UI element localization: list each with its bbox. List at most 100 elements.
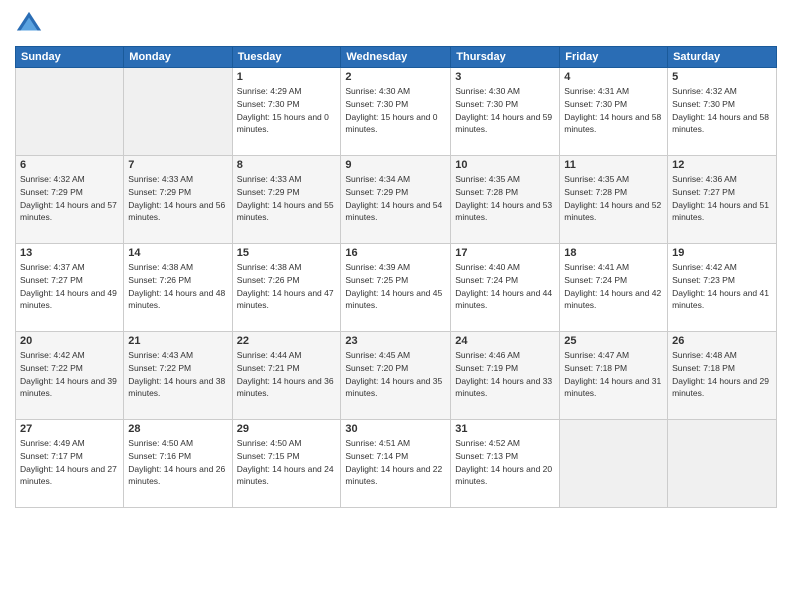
calendar-cell: 27 Sunrise: 4:49 AMSunset: 7:17 PMDayligh…: [16, 420, 124, 508]
sun-info: Sunrise: 4:36 AMSunset: 7:27 PMDaylight:…: [672, 173, 772, 224]
calendar-week-row: 27 Sunrise: 4:49 AMSunset: 7:17 PMDayligh…: [16, 420, 777, 508]
sun-info: Sunrise: 4:33 AMSunset: 7:29 PMDaylight:…: [237, 173, 337, 224]
day-number: 5: [672, 71, 772, 83]
day-number: 8: [237, 159, 337, 171]
calendar-cell: 21 Sunrise: 4:43 AMSunset: 7:22 PMDayligh…: [124, 332, 232, 420]
calendar-cell: 8 Sunrise: 4:33 AMSunset: 7:29 PMDaylight…: [232, 156, 341, 244]
calendar-page: SundayMondayTuesdayWednesdayThursdayFrid…: [0, 0, 792, 612]
calendar-cell: [560, 420, 668, 508]
sun-info: Sunrise: 4:44 AMSunset: 7:21 PMDaylight:…: [237, 349, 337, 400]
calendar-cell: 24 Sunrise: 4:46 AMSunset: 7:19 PMDayligh…: [451, 332, 560, 420]
sun-info: Sunrise: 4:42 AMSunset: 7:23 PMDaylight:…: [672, 261, 772, 312]
day-number: 30: [345, 423, 446, 435]
day-number: 17: [455, 247, 555, 259]
calendar-cell: 13 Sunrise: 4:37 AMSunset: 7:27 PMDayligh…: [16, 244, 124, 332]
sun-info: Sunrise: 4:45 AMSunset: 7:20 PMDaylight:…: [345, 349, 446, 400]
calendar-cell: 26Sunrise: 4:48 AMSunset: 7:18 PMDayligh…: [668, 332, 777, 420]
day-number: 13: [20, 247, 119, 259]
logo: [15, 10, 47, 38]
calendar-cell: 25 Sunrise: 4:47 AMSunset: 7:18 PMDayligh…: [560, 332, 668, 420]
day-number: 22: [237, 335, 337, 347]
sun-info: Sunrise: 4:51 AMSunset: 7:14 PMDaylight:…: [345, 437, 446, 488]
day-number: 15: [237, 247, 337, 259]
sun-info: Sunrise: 4:35 AMSunset: 7:28 PMDaylight:…: [455, 173, 555, 224]
weekday-header-thursday: Thursday: [451, 47, 560, 68]
weekday-header-friday: Friday: [560, 47, 668, 68]
calendar-cell: [668, 420, 777, 508]
day-number: 26: [672, 335, 772, 347]
sun-info: Sunrise: 4:40 AMSunset: 7:24 PMDaylight:…: [455, 261, 555, 312]
sun-info: Sunrise: 4:42 AMSunset: 7:22 PMDaylight:…: [20, 349, 119, 400]
weekday-header-sunday: Sunday: [16, 47, 124, 68]
calendar-cell: 14 Sunrise: 4:38 AMSunset: 7:26 PMDayligh…: [124, 244, 232, 332]
calendar-table: SundayMondayTuesdayWednesdayThursdayFrid…: [15, 46, 777, 508]
calendar-cell: 6 Sunrise: 4:32 AMSunset: 7:29 PMDaylight…: [16, 156, 124, 244]
sun-info: Sunrise: 4:33 AMSunset: 7:29 PMDaylight:…: [128, 173, 227, 224]
calendar-cell: 1Sunrise: 4:29 AMSunset: 7:30 PMDaylight…: [232, 68, 341, 156]
calendar-cell: 28Sunrise: 4:50 AMSunset: 7:16 PMDayligh…: [124, 420, 232, 508]
calendar-cell: 18 Sunrise: 4:41 AMSunset: 7:24 PMDayligh…: [560, 244, 668, 332]
day-number: 23: [345, 335, 446, 347]
calendar-cell: 22 Sunrise: 4:44 AMSunset: 7:21 PMDayligh…: [232, 332, 341, 420]
weekday-header-saturday: Saturday: [668, 47, 777, 68]
calendar-cell: 3 Sunrise: 4:30 AMSunset: 7:30 PMDaylight…: [451, 68, 560, 156]
sun-info: Sunrise: 4:47 AMSunset: 7:18 PMDaylight:…: [564, 349, 663, 400]
day-number: 9: [345, 159, 446, 171]
calendar-cell: 5Sunrise: 4:32 AMSunset: 7:30 PMDaylight…: [668, 68, 777, 156]
day-number: 25: [564, 335, 663, 347]
sun-info: Sunrise: 4:35 AMSunset: 7:28 PMDaylight:…: [564, 173, 663, 224]
sun-info: Sunrise: 4:30 AMSunset: 7:30 PMDaylight:…: [455, 85, 555, 136]
calendar-week-row: 20 Sunrise: 4:42 AMSunset: 7:22 PMDayligh…: [16, 332, 777, 420]
day-number: 11: [564, 159, 663, 171]
day-number: 12: [672, 159, 772, 171]
day-number: 3: [455, 71, 555, 83]
weekday-header-monday: Monday: [124, 47, 232, 68]
sun-info: Sunrise: 4:50 AMSunset: 7:16 PMDaylight:…: [128, 437, 227, 488]
day-number: 27: [20, 423, 119, 435]
day-number: 14: [128, 247, 227, 259]
day-number: 1: [237, 71, 337, 83]
sun-info: Sunrise: 4:49 AMSunset: 7:17 PMDaylight:…: [20, 437, 119, 488]
header: [15, 10, 777, 38]
day-number: 7: [128, 159, 227, 171]
day-number: 20: [20, 335, 119, 347]
day-number: 4: [564, 71, 663, 83]
day-number: 16: [345, 247, 446, 259]
sun-info: Sunrise: 4:37 AMSunset: 7:27 PMDaylight:…: [20, 261, 119, 312]
day-number: 18: [564, 247, 663, 259]
calendar-cell: 15Sunrise: 4:38 AMSunset: 7:26 PMDayligh…: [232, 244, 341, 332]
sun-info: Sunrise: 4:38 AMSunset: 7:26 PMDaylight:…: [128, 261, 227, 312]
calendar-cell: 11 Sunrise: 4:35 AMSunset: 7:28 PMDayligh…: [560, 156, 668, 244]
calendar-cell: 23 Sunrise: 4:45 AMSunset: 7:20 PMDayligh…: [341, 332, 451, 420]
sun-info: Sunrise: 4:39 AMSunset: 7:25 PMDaylight:…: [345, 261, 446, 312]
sun-info: Sunrise: 4:46 AMSunset: 7:19 PMDaylight:…: [455, 349, 555, 400]
calendar-week-row: 13 Sunrise: 4:37 AMSunset: 7:27 PMDayligh…: [16, 244, 777, 332]
day-number: 21: [128, 335, 227, 347]
calendar-cell: 16 Sunrise: 4:39 AMSunset: 7:25 PMDayligh…: [341, 244, 451, 332]
calendar-cell: 7 Sunrise: 4:33 AMSunset: 7:29 PMDaylight…: [124, 156, 232, 244]
calendar-cell: 29 Sunrise: 4:50 AMSunset: 7:15 PMDayligh…: [232, 420, 341, 508]
day-number: 2: [345, 71, 446, 83]
day-number: 29: [237, 423, 337, 435]
weekday-header-tuesday: Tuesday: [232, 47, 341, 68]
day-number: 24: [455, 335, 555, 347]
calendar-cell: 4 Sunrise: 4:31 AMSunset: 7:30 PMDaylight…: [560, 68, 668, 156]
sun-info: Sunrise: 4:52 AMSunset: 7:13 PMDaylight:…: [455, 437, 555, 488]
calendar-cell: 9 Sunrise: 4:34 AMSunset: 7:29 PMDaylight…: [341, 156, 451, 244]
day-number: 19: [672, 247, 772, 259]
sun-info: Sunrise: 4:50 AMSunset: 7:15 PMDaylight:…: [237, 437, 337, 488]
sun-info: Sunrise: 4:41 AMSunset: 7:24 PMDaylight:…: [564, 261, 663, 312]
sun-info: Sunrise: 4:32 AMSunset: 7:29 PMDaylight:…: [20, 173, 119, 224]
sun-info: Sunrise: 4:43 AMSunset: 7:22 PMDaylight:…: [128, 349, 227, 400]
weekday-header-row: SundayMondayTuesdayWednesdayThursdayFrid…: [16, 47, 777, 68]
sun-info: Sunrise: 4:31 AMSunset: 7:30 PMDaylight:…: [564, 85, 663, 136]
calendar-cell: 17 Sunrise: 4:40 AMSunset: 7:24 PMDayligh…: [451, 244, 560, 332]
day-number: 6: [20, 159, 119, 171]
weekday-header-wednesday: Wednesday: [341, 47, 451, 68]
calendar-cell: 19 Sunrise: 4:42 AMSunset: 7:23 PMDayligh…: [668, 244, 777, 332]
sun-info: Sunrise: 4:34 AMSunset: 7:29 PMDaylight:…: [345, 173, 446, 224]
calendar-cell: 30 Sunrise: 4:51 AMSunset: 7:14 PMDayligh…: [341, 420, 451, 508]
day-number: 10: [455, 159, 555, 171]
calendar-cell: 2Sunrise: 4:30 AMSunset: 7:30 PMDaylight…: [341, 68, 451, 156]
logo-icon: [15, 10, 43, 38]
